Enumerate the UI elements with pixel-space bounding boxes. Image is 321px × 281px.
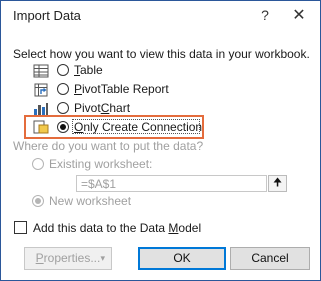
location-prompt: Where do you want to put the data? xyxy=(13,139,204,153)
radio-pivottable[interactable] xyxy=(57,83,69,95)
properties-button[interactable]: Properties... ▾ xyxy=(24,247,112,270)
option-pivottable-label: PivotTable Report xyxy=(74,82,169,96)
existing-worksheet-label: Existing worksheet: xyxy=(49,157,153,171)
cell-reference-value: =$A$1 xyxy=(81,177,117,191)
dialog-title: Import Data xyxy=(13,8,81,23)
help-icon[interactable]: ? xyxy=(258,7,272,23)
connection-icon xyxy=(33,120,49,134)
chevron-down-icon: ▾ xyxy=(100,253,105,263)
cell-reference-input[interactable]: =$A$1 xyxy=(76,175,267,192)
radio-pivotchart[interactable] xyxy=(57,102,69,114)
pivotchart-icon xyxy=(34,103,48,115)
data-model-label: Add this data to the Data Model xyxy=(33,221,202,235)
radio-new-worksheet[interactable] xyxy=(32,195,44,207)
cancel-button[interactable]: Cancel xyxy=(230,247,310,270)
radio-existing-worksheet[interactable] xyxy=(32,158,44,170)
view-prompt: Select how you want to view this data in… xyxy=(13,47,310,61)
radio-table[interactable] xyxy=(57,64,69,76)
import-data-dialog: Import Data ? ✕ Select how you want to v… xyxy=(0,0,321,281)
title-bar: Import Data ? ✕ xyxy=(1,1,320,31)
new-worksheet-label: New worksheet xyxy=(49,194,132,208)
radio-only-create-connection[interactable] xyxy=(57,121,69,133)
option-table-label: Table xyxy=(74,63,103,77)
table-icon xyxy=(33,64,49,78)
pivottable-icon xyxy=(34,83,48,97)
data-model-checkbox[interactable] xyxy=(14,221,27,234)
collapse-dialog-button[interactable]: 🠉 xyxy=(268,175,287,192)
option-pivotchart-label: PivotChart xyxy=(74,101,131,115)
ok-button[interactable]: OK xyxy=(138,247,226,270)
close-icon[interactable]: ✕ xyxy=(291,5,307,25)
option-connection-label: Only Create Connection xyxy=(74,120,203,134)
